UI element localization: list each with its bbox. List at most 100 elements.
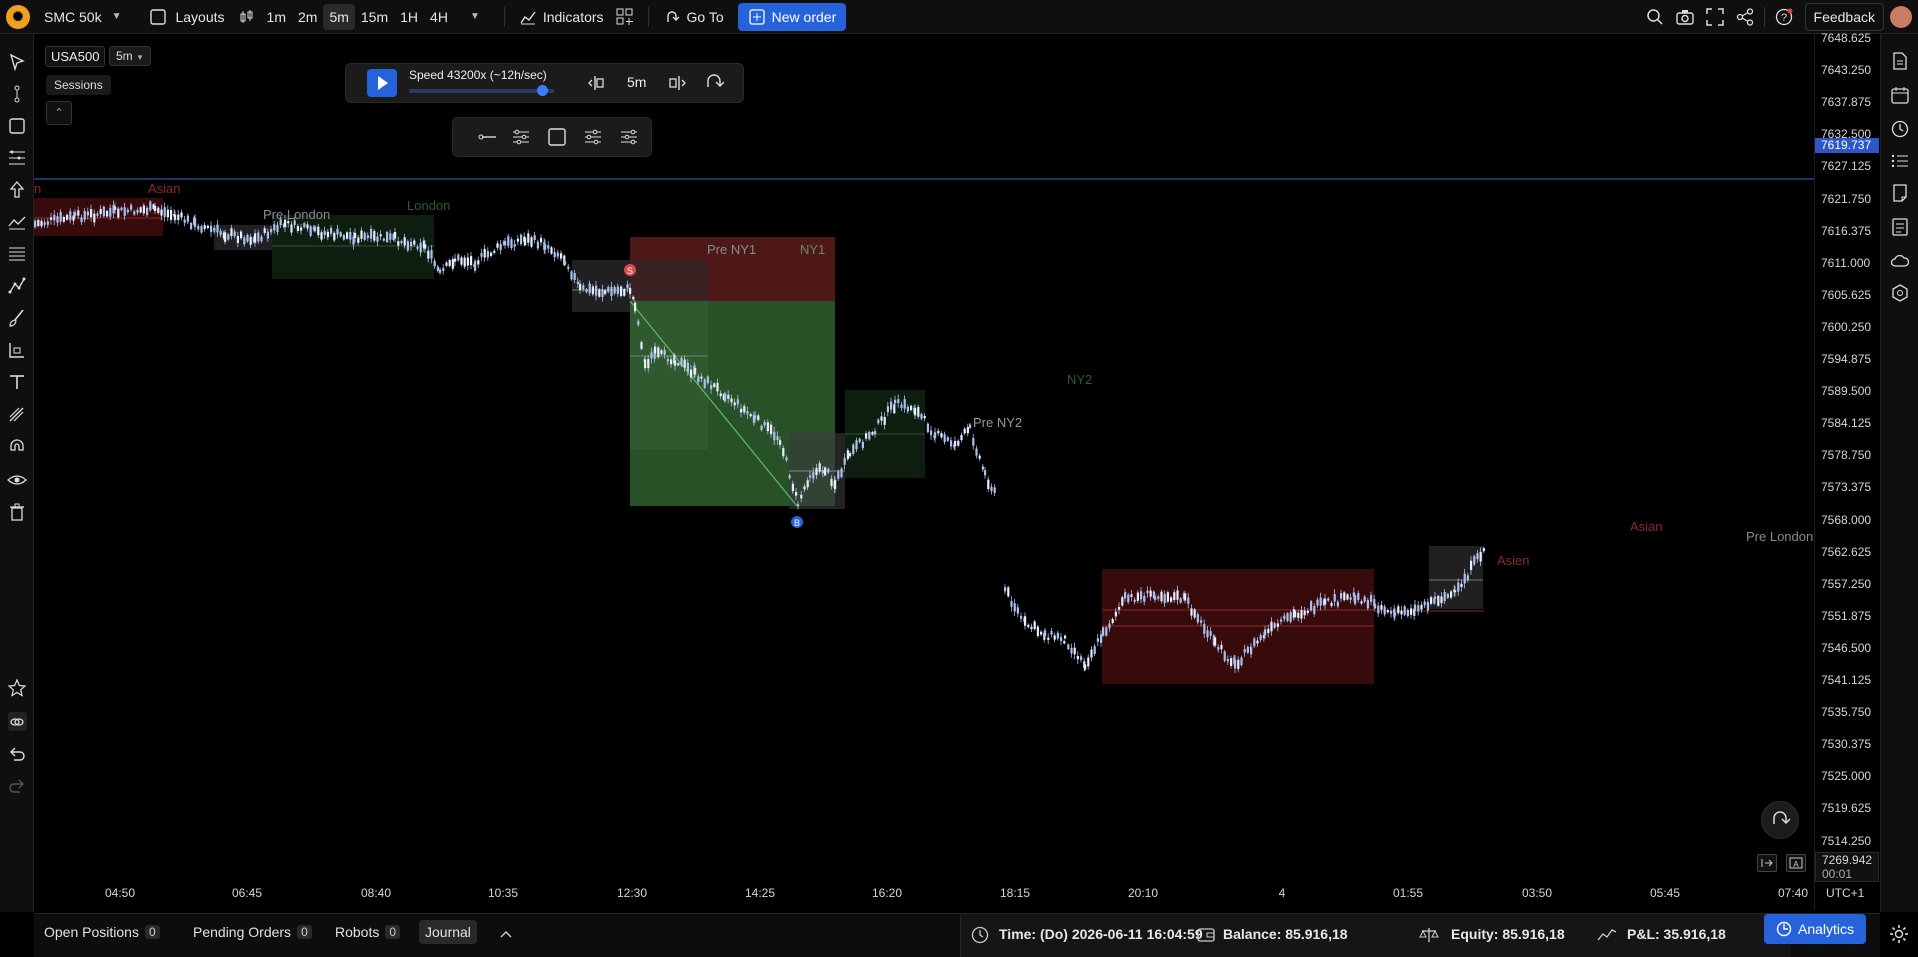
candle-body: [760, 425, 763, 431]
document-icon[interactable]: [1891, 52, 1909, 70]
candle-body: [400, 241, 403, 244]
collapse-legend-button[interactable]: ⌃: [46, 101, 72, 125]
layouts-button[interactable]: Layouts: [143, 0, 230, 33]
symbol-timeframe[interactable]: 5m ▼: [109, 46, 151, 66]
candle-body: [210, 225, 213, 233]
settings-gear-icon[interactable]: [1889, 924, 1909, 944]
link-icon[interactable]: [7, 712, 27, 732]
timezone-label[interactable]: UTC+1: [1826, 886, 1864, 900]
speed-slider[interactable]: [409, 89, 554, 93]
session-label-ny1: NY1: [800, 242, 826, 257]
share-button[interactable]: [1730, 0, 1760, 33]
report-icon[interactable]: [1891, 218, 1909, 236]
levels-icon[interactable]: [7, 244, 27, 264]
search-button[interactable]: [1640, 0, 1670, 33]
indicators-button[interactable]: Indicators: [513, 0, 610, 33]
adjust-icon[interactable]: [583, 128, 603, 146]
measure-icon[interactable]: [7, 340, 27, 360]
analytics-button[interactable]: Analytics: [1764, 914, 1866, 944]
candle-body: [126, 209, 129, 213]
price-chart[interactable]: S B: [34, 34, 1814, 910]
candle-body: [818, 463, 821, 472]
timeframe-1h[interactable]: 1H: [394, 0, 424, 33]
candle-body: [303, 223, 306, 228]
goto-button[interactable]: Go To: [657, 0, 730, 33]
favorites-icon[interactable]: [7, 678, 27, 698]
rectangle-icon[interactable]: [7, 116, 27, 136]
path-icon[interactable]: [7, 276, 27, 296]
step-forward-icon[interactable]: [668, 74, 688, 92]
price-axis[interactable]: 7619.737 7269.942 00:01 7648.625 7643.250…: [1814, 31, 1881, 910]
candle-body: [106, 210, 109, 217]
speed-slider-handle[interactable]: [537, 85, 549, 96]
undo-icon[interactable]: [7, 744, 27, 764]
avatar[interactable]: [1890, 5, 1912, 28]
box-icon[interactable]: [547, 128, 567, 146]
clock-icon[interactable]: [1891, 120, 1909, 138]
tab-open-positions[interactable]: Open Positions 0: [44, 924, 160, 940]
cursor-icon[interactable]: [7, 52, 27, 72]
timeframe-5m[interactable]: 5m: [323, 3, 355, 30]
reset-chart-button[interactable]: [1761, 801, 1799, 839]
templates-button[interactable]: [610, 0, 640, 33]
magnet-icon[interactable]: [7, 436, 27, 456]
symbol-label[interactable]: USA500: [45, 46, 106, 67]
trash-icon[interactable]: [7, 502, 27, 522]
candle-body: [240, 231, 243, 239]
scale-mode-button[interactable]: [1757, 854, 1777, 872]
fullscreen-button[interactable]: [1700, 0, 1730, 33]
candle-body: [496, 243, 499, 248]
screenshot-button[interactable]: [1670, 0, 1700, 33]
candle-body: [740, 408, 743, 413]
candle-body: [93, 213, 96, 223]
timeframe-1m[interactable]: 1m: [261, 0, 292, 33]
list-icon[interactable]: [1891, 152, 1909, 170]
candle-body: [1064, 635, 1067, 639]
candle-body: [339, 232, 342, 237]
pencil-icon[interactable]: [7, 404, 27, 424]
new-order-button[interactable]: New order: [737, 2, 847, 31]
tab-pending-orders[interactable]: Pending Orders 0: [193, 924, 312, 940]
app-logo[interactable]: ✺: [6, 4, 30, 29]
candle-body: [406, 241, 409, 251]
step-back-icon[interactable]: [586, 74, 606, 92]
timeframe-2m[interactable]: 2m: [292, 0, 323, 33]
more-settings-icon[interactable]: [619, 128, 639, 146]
pattern-icon[interactable]: [7, 212, 27, 232]
tab-journal[interactable]: Journal: [419, 920, 477, 944]
candle-body: [424, 244, 427, 249]
candle-body: [1377, 605, 1380, 614]
chart-type-button[interactable]: [231, 0, 261, 33]
tab-robots[interactable]: Robots 0: [335, 924, 401, 940]
brush-icon[interactable]: [7, 308, 27, 328]
text-icon[interactable]: [7, 372, 27, 392]
candle-body: [1214, 637, 1217, 646]
fib-icon[interactable]: [7, 148, 27, 168]
cloud-icon[interactable]: [1891, 252, 1909, 270]
arrow-up-icon[interactable]: [7, 180, 27, 200]
line-style-icon[interactable]: [477, 128, 497, 146]
timeframe-15m[interactable]: 15m: [355, 0, 394, 33]
autoscale-button[interactable]: A: [1786, 854, 1806, 872]
play-button[interactable]: [367, 69, 397, 97]
account-selector[interactable]: SMC 50k ▼: [38, 0, 127, 33]
exit-replay-icon[interactable]: [704, 73, 724, 93]
calendar-icon[interactable]: [1891, 86, 1909, 104]
feedback-button[interactable]: Feedback: [1804, 2, 1884, 31]
chevron-up-icon[interactable]: [500, 929, 512, 939]
timeframe-4h[interactable]: 4H: [424, 0, 454, 33]
notes-icon[interactable]: [1891, 184, 1909, 202]
help-button[interactable]: ?: [1769, 0, 1799, 33]
candle-body: [1310, 601, 1313, 611]
candle-body: [243, 237, 246, 245]
replay-timeframe[interactable]: 5m: [627, 74, 646, 90]
hexagon-icon[interactable]: [1891, 284, 1909, 302]
settings-sliders-icon[interactable]: [511, 128, 531, 146]
redo-icon[interactable]: [7, 776, 27, 796]
timeframe-more-button[interactable]: ▼: [454, 0, 496, 33]
eye-icon[interactable]: [7, 470, 27, 490]
trend-line-icon[interactable]: [7, 84, 27, 104]
candle-body: [224, 232, 227, 242]
candle-body: [197, 225, 200, 230]
indicators-label: Indicators: [542, 8, 604, 25]
